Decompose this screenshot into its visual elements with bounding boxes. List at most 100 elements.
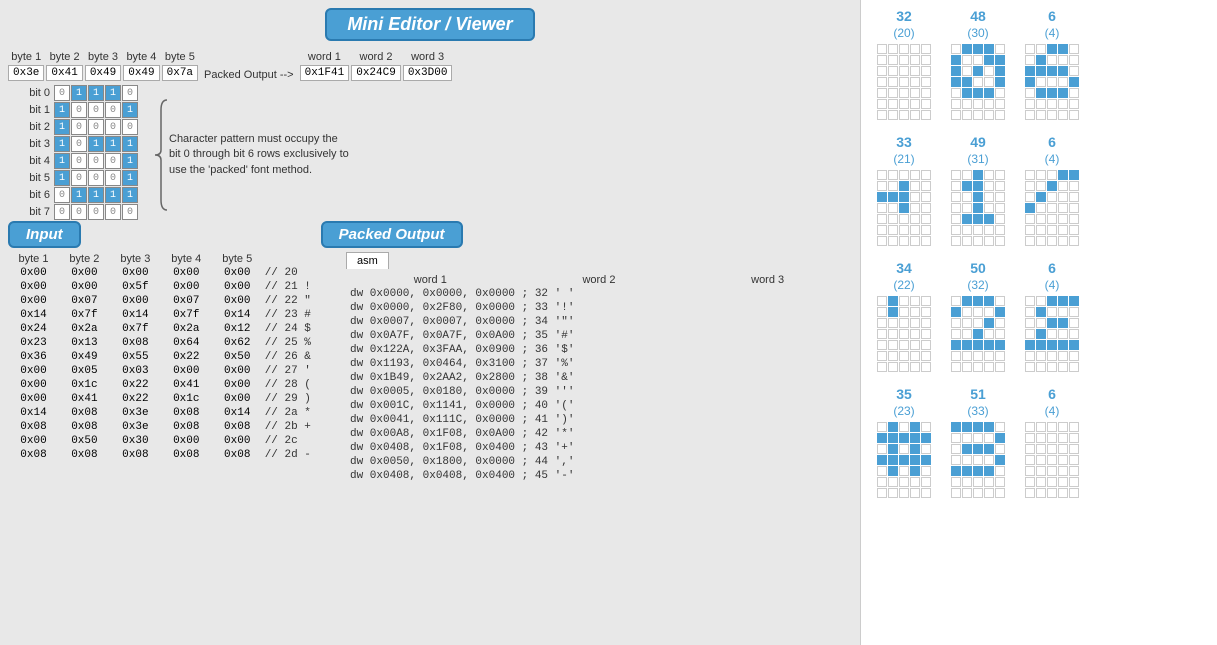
input-cell-11-1: 0x08: [59, 420, 110, 434]
packed-cell-11: dw 0x0408, 0x1F08, 0x0400 ; 43 '+': [346, 441, 852, 455]
char-cell: [877, 307, 887, 317]
right-panel: 32(20)33(21)34(22)35(23)48(30)49(31)50(3…: [860, 0, 1217, 645]
input-cell-7-3: 0x00: [161, 364, 212, 378]
char-cell: [1036, 203, 1046, 213]
char-cell: [899, 362, 909, 372]
char-cell: [1058, 340, 1068, 350]
char-cell: [921, 214, 931, 224]
char-cell: [951, 466, 961, 476]
bit-cell-4-2: 0: [88, 153, 104, 169]
char-cell: [995, 55, 1005, 65]
char-cell: [877, 225, 887, 235]
char-cell: [962, 44, 972, 54]
char-cell: [984, 66, 994, 76]
char-cell: [910, 466, 920, 476]
char-cell: [973, 477, 983, 487]
char-cell: [888, 455, 898, 465]
char-cell: [910, 66, 920, 76]
char-cell: [1025, 88, 1035, 98]
bit-row-3: bit 310111: [18, 136, 139, 152]
char-num: 6: [1048, 260, 1056, 276]
bit-cell-4-1: 0: [71, 153, 87, 169]
char-cell: [921, 192, 931, 202]
char-cell: [973, 192, 983, 202]
bit-row-label-5: bit 5: [18, 172, 50, 184]
byte-val-3: 0x49: [85, 65, 121, 81]
char-grid: [877, 296, 931, 372]
byte-label-1: byte 1: [11, 51, 41, 63]
char-cell: [888, 329, 898, 339]
bit-cell-7-3: 0: [105, 204, 121, 220]
bit-cell-2-3: 0: [105, 119, 121, 135]
packed-arrow: Packed Output -->: [204, 53, 294, 81]
input-cell-12-3: 0x00: [161, 434, 212, 448]
byte-val-4: 0x49: [123, 65, 159, 81]
char-cell: [973, 88, 983, 98]
bit-cell-5-3: 0: [105, 170, 121, 186]
bit-cell-0-4: 0: [122, 85, 138, 101]
char-cell: [888, 77, 898, 87]
char-cell: [1025, 351, 1035, 361]
char-cell: [921, 225, 931, 235]
char-cell: [921, 44, 931, 54]
input-cell-4-0: 0x24: [8, 322, 59, 336]
char-cell: [962, 477, 972, 487]
input-row-11: 0x080x080x3e0x080x08// 2b +: [8, 420, 338, 434]
bit-cell-1-4: 1: [122, 102, 138, 118]
char-cell: [1069, 351, 1079, 361]
char-sub: (32): [967, 278, 988, 292]
char-grid: [1025, 170, 1079, 246]
char-cell: [973, 422, 983, 432]
char-cell: [1069, 203, 1079, 213]
char-cell: [1036, 455, 1046, 465]
char-cell: [962, 214, 972, 224]
bit-cell-6-1: 1: [71, 187, 87, 203]
char-cell: [984, 110, 994, 120]
char-cell: [910, 422, 920, 432]
char-cell: [1036, 214, 1046, 224]
char-cell: [910, 77, 920, 87]
char-cell: [921, 318, 931, 328]
char-cell: [984, 296, 994, 306]
char-cell: [973, 236, 983, 246]
input-cell-10-5: // 2a *: [263, 406, 338, 420]
char-cell: [899, 433, 909, 443]
input-area: byte 1byte 2byte 3byte 4byte 5 0x000x000…: [8, 252, 338, 483]
char-cell: [1047, 329, 1057, 339]
char-cell: [951, 444, 961, 454]
char-cell: [995, 181, 1005, 191]
char-cell: [995, 340, 1005, 350]
char-cell: [973, 181, 983, 191]
char-cell: [1058, 422, 1068, 432]
char-cell: [910, 455, 920, 465]
char-sub: (22): [893, 278, 914, 292]
packed-row-4: dw 0x122A, 0x3FAA, 0x0900 ; 36 '$': [346, 343, 852, 357]
char-cell: [973, 99, 983, 109]
char-sub: (23): [893, 404, 914, 418]
char-cell: [1047, 488, 1057, 498]
input-header-0: byte 1: [8, 252, 59, 266]
byte-label-2: byte 2: [50, 51, 80, 63]
char-cell: [984, 340, 994, 350]
char-cell: [1047, 444, 1057, 454]
char-cell: [1025, 477, 1035, 487]
char-cell: [962, 433, 972, 443]
char-cell: [1069, 296, 1079, 306]
input-cell-8-1: 0x1c: [59, 378, 110, 392]
char-cell: [877, 296, 887, 306]
input-row-5: 0x230x130x080x640x62// 25 %: [8, 336, 338, 350]
bit-cell-0-3: 1: [105, 85, 121, 101]
packed-table: word 1word 2word 3 dw 0x0000, 0x0000, 0x…: [346, 273, 852, 483]
bit-cell-4-4: 1: [122, 153, 138, 169]
char-num: 48: [970, 8, 986, 24]
char-cell: [984, 99, 994, 109]
char-cell: [1036, 77, 1046, 87]
char-cell: [1025, 318, 1035, 328]
input-cell-13-0: 0x08: [8, 448, 59, 462]
char-cell: [888, 236, 898, 246]
char-cell: [951, 351, 961, 361]
char-cell: [951, 55, 961, 65]
char-cell: [984, 225, 994, 235]
tab-asm[interactable]: asm: [346, 252, 389, 269]
char-cell: [962, 88, 972, 98]
